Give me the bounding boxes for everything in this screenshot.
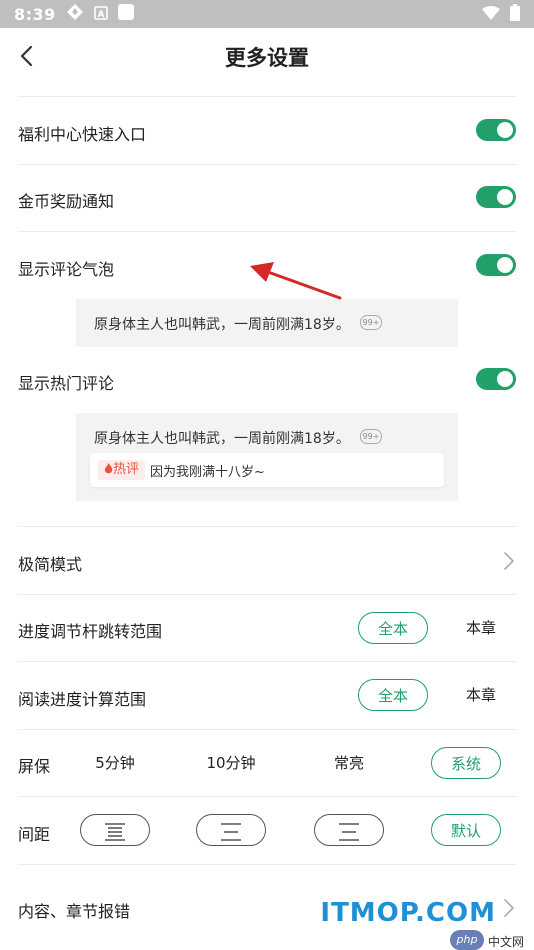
- progress-calc-option-chapter[interactable]: 本章: [446, 679, 516, 711]
- spacing-label: 间距: [18, 825, 51, 844]
- flame-icon: [104, 463, 113, 474]
- hot-comment-toggle[interactable]: [476, 368, 516, 390]
- wide-lines-icon: [339, 822, 359, 841]
- battery-icon: [510, 4, 520, 25]
- watermark-badge: php: [450, 930, 484, 950]
- spacing-option-default[interactable]: 默认: [431, 814, 501, 846]
- a-box-icon: A: [93, 5, 108, 24]
- navigation-icon: [66, 3, 84, 25]
- square-icon: [117, 4, 134, 24]
- coin-notice-label: 金币奖励通知: [18, 192, 115, 211]
- simple-mode-label[interactable]: 极简模式: [18, 551, 82, 575]
- screensaver-option-10min[interactable]: 10分钟: [196, 747, 266, 779]
- spacing-option-medium[interactable]: [196, 814, 266, 846]
- coin-notice-toggle[interactable]: [476, 186, 516, 208]
- divider: [18, 96, 516, 97]
- progress-jump-option-whole[interactable]: 全本: [358, 612, 428, 644]
- progress-calc-label: 阅读进度计算范围: [18, 690, 147, 709]
- screensaver-option-always-on[interactable]: 常亮: [314, 747, 384, 779]
- page-title: 更多设置: [225, 46, 309, 70]
- hot-tag-text: 热评: [113, 462, 140, 477]
- comment-count-badge: 99+: [360, 315, 382, 330]
- divider: [18, 164, 516, 165]
- comment-bubble-label: 显示评论气泡: [18, 260, 115, 279]
- divider: [18, 729, 516, 730]
- divider: [18, 796, 516, 797]
- divider: [18, 594, 516, 595]
- screensaver-option-5min[interactable]: 5分钟: [80, 747, 150, 779]
- hot-comment-tag: 热评: [98, 460, 146, 480]
- report-label[interactable]: 内容、章节报错: [18, 898, 130, 922]
- watermark-cn: 中文网: [487, 935, 524, 949]
- progress-jump-label: 进度调节杆跳转范围: [18, 622, 163, 641]
- spacing-option-wide[interactable]: [314, 814, 384, 846]
- chevron-right-icon[interactable]: [502, 550, 516, 572]
- comment-bubble-preview: 原身体主人也叫韩武，一周前刚满18岁。 99+: [76, 299, 458, 347]
- hot-comment-card: 热评 因为我刚满十八岁~: [90, 453, 444, 487]
- page-header: 更多设置: [0, 28, 534, 88]
- screensaver-label: 屏保: [18, 757, 51, 776]
- comment-bubble-toggle[interactable]: [476, 254, 516, 276]
- screensaver-option-system[interactable]: 系统: [431, 747, 501, 779]
- spacing-option-narrow[interactable]: [80, 814, 150, 846]
- divider: [18, 661, 516, 662]
- comment-count-badge: 99+: [360, 429, 382, 444]
- divider: [18, 864, 516, 865]
- hot-comment-label: 显示热门评论: [18, 374, 115, 393]
- medium-lines-icon: [221, 822, 241, 841]
- narrow-lines-icon: [105, 822, 125, 841]
- status-bar: 8:39 A: [0, 0, 534, 28]
- welfare-entry-label: 福利中心快速入口: [18, 125, 147, 144]
- svg-text:A: A: [97, 10, 104, 20]
- preview-text: 原身体主人也叫韩武，一周前刚满18岁。: [94, 431, 350, 447]
- progress-calc-option-whole[interactable]: 全本: [358, 679, 428, 711]
- divider: [18, 231, 516, 232]
- hot-comment-preview: 原身体主人也叫韩武，一周前刚满18岁。 99+ 热评 因为我刚满十八岁~: [76, 413, 458, 501]
- wifi-icon: [482, 5, 500, 24]
- progress-jump-option-chapter[interactable]: 本章: [446, 612, 516, 644]
- preview-text: 原身体主人也叫韩武，一周前刚满18岁。: [94, 317, 350, 333]
- hot-comment-text: 因为我刚满十八岁~: [150, 465, 265, 480]
- watermark-text: ITMOP.COM: [320, 898, 496, 928]
- welfare-entry-toggle[interactable]: [476, 119, 516, 141]
- divider: [18, 526, 516, 527]
- status-time: 8:39: [14, 4, 56, 24]
- watermark: ITMOP.COM php 中文网: [320, 898, 524, 950]
